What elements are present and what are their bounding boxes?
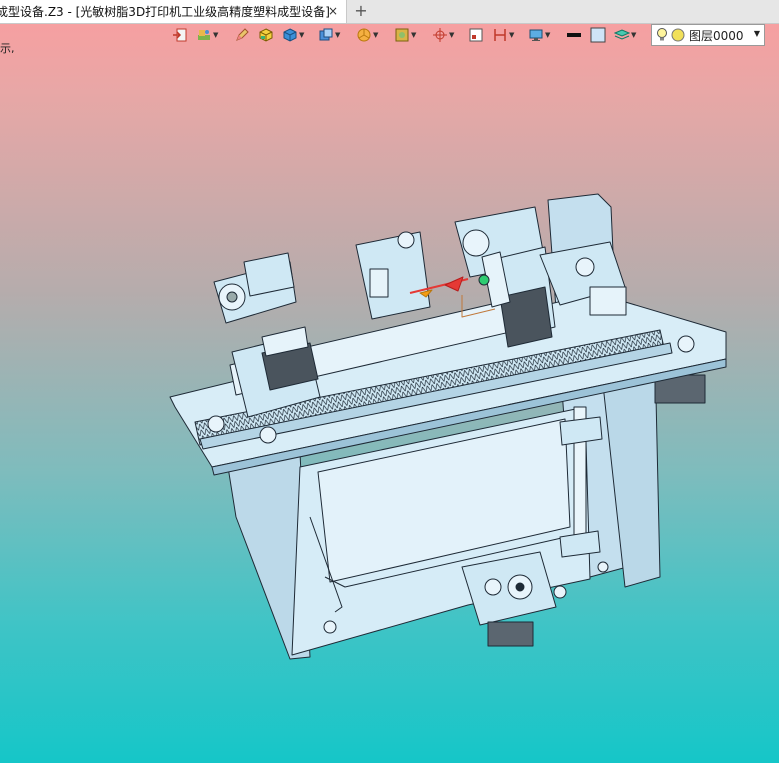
layer-select[interactable]: 图层0000 ▼ (651, 24, 765, 46)
fill-swatch-icon (590, 27, 606, 43)
stack-icon (614, 29, 630, 40)
exit-button[interactable] (172, 26, 188, 44)
tab-bar: 成型设备.Z3 - [光敏树脂3D打印机工业级高精度塑料成型设备] × + (0, 0, 779, 24)
sketch-button[interactable] (234, 26, 250, 44)
frame-icon (469, 28, 483, 42)
dimension-button[interactable]: ▼ (492, 26, 514, 44)
solid-button[interactable] (258, 26, 274, 44)
printer-model (169, 193, 727, 660)
dropdown-arrow-icon: ▼ (335, 31, 341, 39)
layer-name: 图层0000 (689, 28, 744, 43)
solid-cube-icon (259, 28, 273, 42)
dropdown-arrow-icon: ▼ (509, 31, 515, 39)
lightbulb-icon (657, 28, 667, 41)
pie-render-icon (357, 28, 371, 42)
line-color-button[interactable] (566, 26, 582, 44)
dropdown-arrow-icon: ▼ (545, 31, 551, 39)
layer-color-dot-icon (671, 28, 685, 42)
chevron-down-icon[interactable]: ▼ (754, 29, 760, 38)
fill-color-button[interactable] (590, 26, 606, 44)
close-tab-icon[interactable]: × (326, 4, 340, 18)
toolbar: ▼ ▼ ▼ ▼ ▼ ▼ ▼ ▼ ▼ 图层0000 ▼ (168, 24, 779, 46)
dropdown-arrow-icon: ▼ (631, 31, 637, 39)
dimension-icon (494, 29, 506, 41)
render-button[interactable]: ▼ (356, 26, 378, 44)
dropdown-arrow-icon: ▼ (411, 31, 417, 39)
layer-tool-button[interactable]: ▼ (196, 26, 218, 44)
display-button[interactable]: ▼ (528, 26, 550, 44)
new-tab-icon[interactable]: + (352, 2, 370, 20)
dropdown-arrow-icon: ▼ (449, 31, 455, 39)
dropdown-arrow-icon: ▼ (213, 31, 219, 39)
image-button[interactable]: ▼ (394, 26, 416, 44)
rear-upright (355, 231, 431, 320)
tab-title: 成型设备.Z3 - [光敏树脂3D打印机工业级高精度塑料成型设备] (0, 5, 330, 19)
monitor-icon (529, 29, 543, 41)
bottom-motor-body (487, 621, 534, 647)
axis-icon (433, 28, 447, 42)
3d-viewport[interactable] (0, 47, 779, 763)
layer-stack-button[interactable]: ▼ (614, 26, 636, 44)
dropdown-arrow-icon: ▼ (373, 31, 379, 39)
frame-button[interactable] (468, 26, 484, 44)
axis-button[interactable]: ▼ (432, 26, 454, 44)
image-icon (395, 28, 409, 42)
layers-icon (198, 30, 210, 40)
blue-cube-icon (283, 28, 297, 42)
view-orientation-button[interactable]: ▼ (318, 26, 340, 44)
view-cube-icon (319, 28, 333, 41)
line-color-icon (567, 33, 581, 37)
pencil-icon (236, 28, 249, 41)
exit-icon (173, 28, 187, 42)
dropdown-arrow-icon: ▼ (299, 31, 305, 39)
document-tab[interactable]: 成型设备.Z3 - [光敏树脂3D打印机工业级高精度塑料成型设备] × (0, 0, 347, 23)
cube-view-button[interactable]: ▼ (282, 26, 304, 44)
